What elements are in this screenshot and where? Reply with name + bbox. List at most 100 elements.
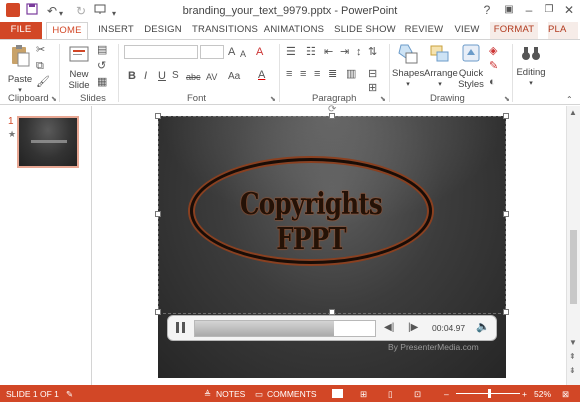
format-painter-icon[interactable]: 🖌 <box>36 76 50 88</box>
tab-review[interactable]: REVIEW <box>404 22 444 39</box>
underline-button[interactable]: U <box>158 70 166 82</box>
decrease-indent-icon[interactable]: ⇤ <box>324 46 333 58</box>
line-spacing-icon[interactable]: ↕ <box>356 46 362 58</box>
resize-handle[interactable] <box>155 211 161 217</box>
font-color-button[interactable]: A <box>258 69 265 81</box>
character-spacing-button[interactable]: AV <box>206 71 217 83</box>
next-slide-icon[interactable]: ⇟ <box>569 366 576 375</box>
reading-view-icon[interactable]: ▯ <box>388 389 393 399</box>
resize-handle[interactable] <box>155 309 161 315</box>
section-icon[interactable]: ▦ <box>97 76 107 88</box>
zoom-level[interactable]: 52% <box>534 389 551 399</box>
slide-show-icon[interactable]: ⊡ <box>414 389 421 399</box>
zoom-slider[interactable] <box>456 389 520 398</box>
font-name-dropdown[interactable] <box>124 45 198 59</box>
resize-handle[interactable] <box>503 113 509 119</box>
columns-icon[interactable]: ▥ <box>346 68 356 80</box>
align-text-icon[interactable]: ⊟ <box>368 68 377 80</box>
tab-file[interactable]: FILE <box>0 22 42 39</box>
clipboard-launcher-icon[interactable]: ⬊ <box>51 95 57 103</box>
align-left-icon[interactable]: ≡ <box>286 68 292 80</box>
bullets-icon[interactable]: ☰ <box>286 46 296 58</box>
fit-slide-icon[interactable]: ⊠ <box>562 389 569 399</box>
zoom-slider-knob[interactable] <box>488 389 491 398</box>
change-case-button[interactable]: Aa <box>228 71 240 83</box>
ribbon-display-options-icon[interactable]: ▣ <box>500 2 518 18</box>
tab-slide-show[interactable]: SLIDE SHOW <box>334 22 396 39</box>
new-slide-button[interactable]: New Slide <box>64 44 94 91</box>
reset-icon[interactable]: ↺ <box>97 60 106 72</box>
vertical-scrollbar[interactable]: ▲ ▼ ⇞ ⇟ <box>566 106 580 385</box>
zoom-in-icon[interactable]: + <box>522 389 527 399</box>
scroll-up-icon[interactable]: ▲ <box>569 108 577 117</box>
justify-icon[interactable]: ≣ <box>328 68 337 80</box>
slide-thumbnail[interactable] <box>17 116 79 168</box>
resize-handle[interactable] <box>155 113 161 119</box>
shape-fill-icon[interactable]: ◈ <box>489 45 497 57</box>
pause-icon <box>182 322 185 333</box>
step-forward-icon[interactable]: |▶ <box>408 321 418 335</box>
decrease-font-size-icon[interactable]: A <box>240 48 246 60</box>
tab-transitions[interactable]: TRANSITIONS <box>192 22 258 39</box>
zoom-out-icon[interactable]: – <box>444 389 449 399</box>
quick-styles-button[interactable]: Quick Styles <box>456 43 486 90</box>
title-bar: ↶ ▾ ↻ ▾ branding_your_text_9979.pptx - P… <box>0 0 580 22</box>
increase-indent-icon[interactable]: ⇥ <box>340 46 349 58</box>
font-launcher-icon[interactable]: ⬊ <box>270 95 276 103</box>
tab-animations[interactable]: ANIMATIONS <box>262 22 326 39</box>
shapes-button[interactable]: Shapes ▾ <box>392 43 424 90</box>
italic-button[interactable]: I <box>144 70 147 82</box>
close-button[interactable]: ✕ <box>560 2 578 18</box>
text-shadow-button[interactable]: S <box>172 70 179 82</box>
align-center-icon[interactable]: ≡ <box>300 68 306 80</box>
collapse-ribbon-icon[interactable]: ⌃ <box>566 94 573 106</box>
paragraph-launcher-icon[interactable]: ⬊ <box>380 95 386 103</box>
scrollbar-thumb[interactable] <box>570 230 577 304</box>
numbering-icon[interactable]: ☷ <box>306 46 316 58</box>
increase-font-size-icon[interactable]: A <box>228 46 235 58</box>
tab-design[interactable]: DESIGN <box>143 22 183 39</box>
pause-button[interactable] <box>174 321 188 335</box>
text-direction-icon[interactable]: ⇅ <box>368 46 377 58</box>
arrange-button[interactable]: Arrange ▾ <box>424 43 458 90</box>
minimize-button[interactable]: – <box>520 2 538 18</box>
spell-check-icon[interactable]: ✎ <box>66 389 73 399</box>
shape-effects-icon[interactable]: ◐ <box>489 76 496 88</box>
comments-button[interactable]: COMMENTS <box>267 389 317 399</box>
editing-button[interactable]: Editing ▾ <box>514 44 548 89</box>
slides-group-label: Slides <box>80 93 106 104</box>
font-size-dropdown[interactable] <box>200 45 224 59</box>
smartart-icon[interactable]: ⊞ <box>368 82 377 94</box>
resize-handle[interactable] <box>329 113 335 119</box>
normal-view-icon[interactable] <box>332 389 343 398</box>
paragraph-group-label: Paragraph <box>312 93 357 104</box>
layout-icon[interactable]: ▤ <box>97 44 107 56</box>
tab-view[interactable]: VIEW <box>452 22 482 39</box>
paste-button[interactable]: Paste ▾ <box>6 44 34 96</box>
drawing-launcher-icon[interactable]: ⬊ <box>504 95 510 103</box>
notes-button[interactable]: NOTES <box>216 389 245 399</box>
shape-outline-icon[interactable]: ✎ <box>489 60 498 72</box>
scroll-down-icon[interactable]: ▼ <box>569 338 577 347</box>
tab-home[interactable]: HOME <box>46 22 88 40</box>
clear-formatting-icon[interactable]: A <box>256 46 263 58</box>
previous-slide-icon[interactable]: ⇞ <box>569 352 576 361</box>
font-group-label: Font <box>187 93 207 104</box>
resize-handle[interactable] <box>503 309 509 315</box>
bold-button[interactable]: B <box>128 70 136 82</box>
volume-icon[interactable]: 🔈 <box>476 320 490 334</box>
resize-handle[interactable] <box>503 211 509 217</box>
tab-playback[interactable]: PLA <box>548 22 578 39</box>
step-back-icon[interactable]: ◀| <box>384 321 394 335</box>
slide-title-text[interactable]: Copyrights FPPT <box>212 187 410 257</box>
strikethrough-button[interactable]: abc <box>186 71 201 83</box>
tab-insert[interactable]: INSERT <box>96 22 136 39</box>
slide-sorter-icon[interactable]: ⊞ <box>360 389 367 399</box>
tab-format[interactable]: FORMAT <box>490 22 538 39</box>
help-icon[interactable]: ? <box>478 2 496 18</box>
align-right-icon[interactable]: ≡ <box>314 68 320 80</box>
restore-button[interactable]: ❐ <box>540 2 558 18</box>
media-progress-bar[interactable] <box>194 320 376 337</box>
copy-icon[interactable]: ⧉ <box>36 60 44 72</box>
cut-icon[interactable]: ✂ <box>36 44 45 56</box>
